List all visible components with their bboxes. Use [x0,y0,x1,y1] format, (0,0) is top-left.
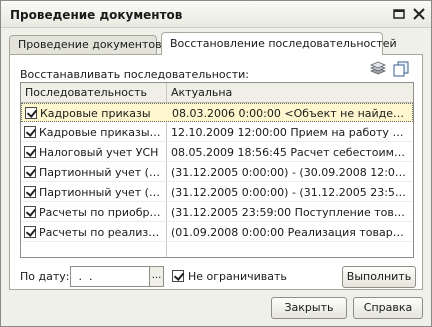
row-actual: (31.12.2005 0:00:00) - (31.12.2005 23:59… [171,186,409,199]
row-sequence: Налоговый учет УСН [39,146,159,159]
restore-sequences-panel: Восстанавливать последовательности: Посл… [9,54,423,290]
row-sequence: Расчеты по приобрете... [39,206,164,219]
row-sequence: Кадровые приказы [40,107,151,120]
date-label: По дату: [20,270,70,283]
row-actual: 08.05.2009 18:56:45 Расчет себестоимости… [171,146,409,159]
stack-icon[interactable] [369,61,387,77]
title-bar: Проведение документов [1,1,431,28]
date-picker-button[interactable]: ... [150,266,164,287]
dialog-window: Проведение документов Проведение докумен… [0,0,432,327]
row-actual: 08.03.2006 0:00:00 <Объект не найден> (3… [172,107,410,120]
table-row[interactable]: Налоговый учет УСН 08.05.2009 18:56:45 Р… [21,143,413,162]
window-title: Проведение документов [10,8,183,22]
row-checkbox[interactable] [24,206,36,218]
help-button[interactable]: Справка [353,297,423,319]
row-sequence: Партионный учет (упра... [39,186,164,199]
run-button[interactable]: Выполнить [342,266,416,288]
row-actual: 12.10.2009 12:00:00 Прием на работу в ор… [171,126,409,139]
copy-icon[interactable] [392,61,410,77]
table-row[interactable]: Кадровые приказы 08.03.2006 0:00:00 <Объ… [21,103,413,122]
column-header-actual[interactable]: Актуальна [171,86,232,99]
row-checkbox[interactable] [24,146,36,158]
row-checkbox[interactable] [24,166,36,178]
table-row[interactable]: Кадровые приказы орг... 12.10.2009 12:00… [21,123,413,142]
row-checkbox[interactable] [24,186,36,198]
table-row[interactable]: Расчеты по приобрете... (31.12.2005 23:5… [21,203,413,222]
no-limit-label[interactable]: Не ограничивать [188,270,287,283]
row-actual: (31.12.2005 23:59:00 Поступление товаров… [171,206,409,219]
table-row[interactable]: Партионный учет (бухг... (31.12.2005 0:0… [21,163,413,182]
row-checkbox[interactable] [25,107,37,119]
column-header-sequence[interactable]: Последовательность [25,86,147,99]
row-sequence: Расчеты по реализаци... [39,226,164,239]
close-icon[interactable] [410,5,428,23]
table-row[interactable]: Расчеты по реализаци... (01.09.2008 0:00… [21,223,413,242]
table-header: Последовательность Актуальна [21,83,413,103]
restore-icon[interactable] [390,5,408,23]
tab-posting-documents[interactable]: Проведение документов [9,35,162,54]
row-actual: (31.12.2005 0:00:00) - (30.09.2008 12:00… [171,166,409,179]
no-limit-checkbox[interactable] [172,270,184,282]
date-filter-bar: По дату: ... Не ограничивать Выполнить [20,266,416,288]
row-sequence: Партионный учет (бухг... [39,166,164,179]
row-actual: (01.09.2008 0:00:00 Реализация товаров и… [171,226,409,239]
close-button[interactable]: Закрыть [271,297,347,319]
sequences-table: Последовательность Актуальна Кадровые пр… [20,82,414,258]
row-sequence: Кадровые приказы орг... [39,126,164,139]
table-row[interactable]: Партионный учет (упра... (31.12.2005 0:0… [21,183,413,202]
sequences-caption: Восстанавливать последовательности: [20,68,249,81]
row-checkbox[interactable] [24,126,36,138]
row-checkbox[interactable] [24,226,36,238]
date-input[interactable] [70,266,150,287]
tab-restore-sequences[interactable]: Восстановление последовательностей [161,32,397,55]
